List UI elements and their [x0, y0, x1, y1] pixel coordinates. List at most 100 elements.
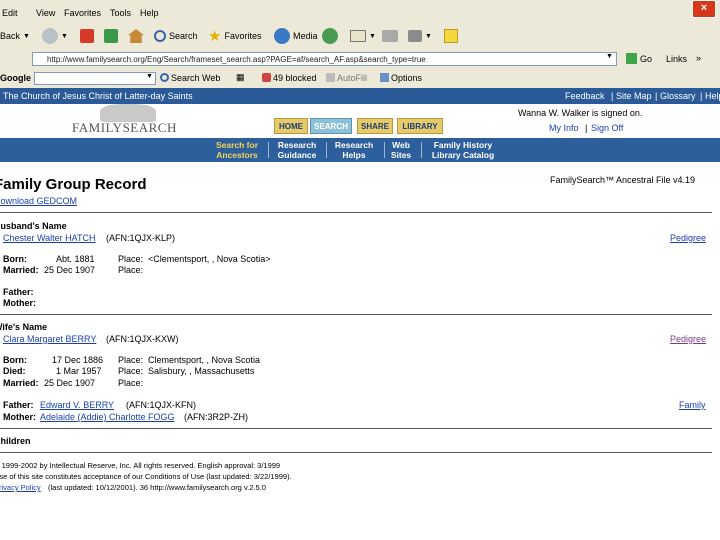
menu-edit[interactable]: Edit [2, 8, 18, 18]
address-input[interactable]: http://www.familysearch.org/Eng/Search/f… [32, 52, 617, 66]
print-button[interactable] [382, 27, 398, 45]
privacy-policy-link[interactable]: Privacy Policy [0, 483, 41, 492]
wife-born-date: 17 Dec 1886 [52, 355, 104, 365]
husband-afn: (AFN:1QJX-KLP) [106, 233, 176, 243]
husband-born-date: Abt. 1881 [56, 254, 95, 264]
place-label: Place: [118, 254, 144, 264]
refresh-icon [104, 29, 118, 43]
chevron-right-icon[interactable]: » [696, 53, 701, 63]
divider [268, 142, 269, 158]
menu-tools[interactable]: Tools [110, 8, 131, 18]
media-label: Media [293, 31, 318, 41]
close-icon[interactable]: × [692, 0, 716, 18]
menu-favorites[interactable]: Favorites [64, 8, 101, 18]
divider [0, 428, 712, 429]
favorites-button[interactable]: ★ Favorites [208, 27, 261, 45]
nav-label: Helps [342, 150, 366, 160]
page-title: Family Group Record [0, 176, 147, 193]
husband-born-place: <Clementsport, , Nova Scotia> [148, 254, 271, 264]
glossary-link[interactable]: Glossary [660, 91, 696, 101]
nav-search-ancestors[interactable]: Search for Ancestors [210, 140, 264, 160]
family-link[interactable]: Family [679, 400, 706, 410]
wife-father-afn: (AFN:1QJX-KFN) [126, 400, 197, 410]
born-label: Born: [3, 355, 27, 365]
nav-library-catalog[interactable]: Family History Library Catalog [424, 140, 502, 160]
edit-button[interactable]: ▼ [408, 27, 432, 45]
back-button[interactable]: Back ▼ [0, 27, 30, 45]
wife-born-place: Clementsport, , Nova Scotia [148, 355, 261, 365]
stop-button[interactable] [80, 27, 94, 45]
chevron-down-icon[interactable]: ▼ [425, 33, 432, 40]
chevron-down-icon[interactable]: ▼ [61, 33, 68, 40]
options-label: Options [391, 73, 423, 83]
my-info-link[interactable]: My Info [549, 123, 579, 133]
mail-icon [350, 30, 366, 42]
husband-name-link[interactable]: Chester Walter HATCH [3, 233, 96, 243]
nav-label: Search for [215, 140, 259, 150]
back-label: Back [0, 31, 21, 41]
chevron-down-icon[interactable]: ▼ [369, 33, 376, 40]
nav-research-guidance[interactable]: Research Guidance [272, 140, 322, 160]
mail-button[interactable]: ▼ [350, 27, 376, 45]
chevron-down-icon[interactable]: ▼ [606, 53, 613, 60]
options-icon [380, 73, 389, 82]
husband-married-date: 25 Dec 1907 [44, 265, 96, 275]
google-toolbar: Google ▼ Search Web ▦ 49 blocked AutoFil… [0, 70, 720, 89]
popup-blocker-button[interactable]: 49 blocked [262, 73, 317, 83]
feedback-link[interactable]: Feedback [565, 91, 605, 101]
forward-arrow-icon [42, 28, 58, 44]
links-button[interactable]: Links [666, 54, 687, 64]
tab-share[interactable]: SHARE [357, 118, 393, 134]
tab-search[interactable]: SEARCH [310, 118, 352, 134]
google-search-input[interactable] [34, 72, 156, 85]
discuss-button[interactable] [444, 27, 458, 45]
history-button[interactable] [322, 27, 338, 45]
signed-in-text: Wanna W. Walker is signed on. [518, 108, 643, 118]
wife-mother-link[interactable]: Adelaide (Addie) Charlotte FOGG [40, 412, 175, 422]
divider [0, 452, 712, 453]
forward-button[interactable]: ▼ [42, 27, 68, 45]
address-bar: http://www.familysearch.org/Eng/Search/f… [0, 50, 720, 71]
tab-home[interactable]: HOME [274, 118, 308, 134]
search-web-button[interactable]: Search Web [160, 73, 220, 83]
sitemap-link[interactable]: Site Map [616, 91, 652, 101]
mother-label: Mother: [3, 412, 36, 422]
favorites-label: Favorites [224, 31, 262, 41]
divider [0, 314, 712, 315]
familysearch-logo[interactable]: FAMILYSEARCH [72, 120, 177, 136]
home-button[interactable] [128, 27, 144, 45]
site-top-strip: The Church of Jesus Christ of Latter-day… [0, 88, 720, 104]
media-button[interactable]: Media [274, 27, 318, 45]
chevron-down-icon[interactable]: ▼ [23, 33, 30, 40]
nav-label: Sites [390, 150, 412, 160]
nav-research-helps[interactable]: Research Helps [330, 140, 378, 160]
autofill-button[interactable]: AutoFill [326, 73, 367, 83]
go-label: Go [640, 53, 653, 64]
tab-library[interactable]: LIBRARY [397, 118, 443, 134]
sign-off-link[interactable]: Sign Off [591, 123, 623, 133]
divider [0, 212, 712, 213]
search-subnav: Search for Ancestors Research Guidance R… [0, 138, 720, 162]
options-button[interactable]: Options [380, 73, 422, 83]
refresh-button[interactable] [104, 27, 118, 45]
chevron-down-icon[interactable]: ▼ [146, 73, 153, 80]
go-button[interactable]: Go [626, 53, 652, 64]
wife-name-link[interactable]: Clara Margaret BERRY [3, 334, 96, 344]
husband-pedigree-link[interactable]: Pedigree [670, 233, 706, 243]
divider [421, 142, 422, 158]
search-button[interactable]: Search [154, 27, 198, 45]
download-gedcom-link[interactable]: Download GEDCOM [0, 196, 77, 206]
died-label: Died: [3, 366, 26, 376]
husband-heading: Husband's Name [0, 221, 67, 231]
place-label: Place: [118, 355, 144, 365]
help-link[interactable]: Help [705, 91, 720, 101]
menu-help[interactable]: Help [140, 8, 159, 18]
mother-label: Mother: [3, 298, 36, 308]
wife-pedigree-link[interactable]: Pedigree [670, 334, 706, 344]
browser-toolbar: Back ▼ ▼ Search ★ Favorites Media ▼ ▼ [0, 22, 720, 51]
media-icon [274, 28, 290, 44]
nav-label: Web [392, 140, 410, 150]
wife-father-link[interactable]: Edward V. BERRY [40, 400, 114, 410]
menu-view[interactable]: View [36, 8, 55, 18]
nav-web-sites[interactable]: Web Sites [386, 140, 416, 160]
